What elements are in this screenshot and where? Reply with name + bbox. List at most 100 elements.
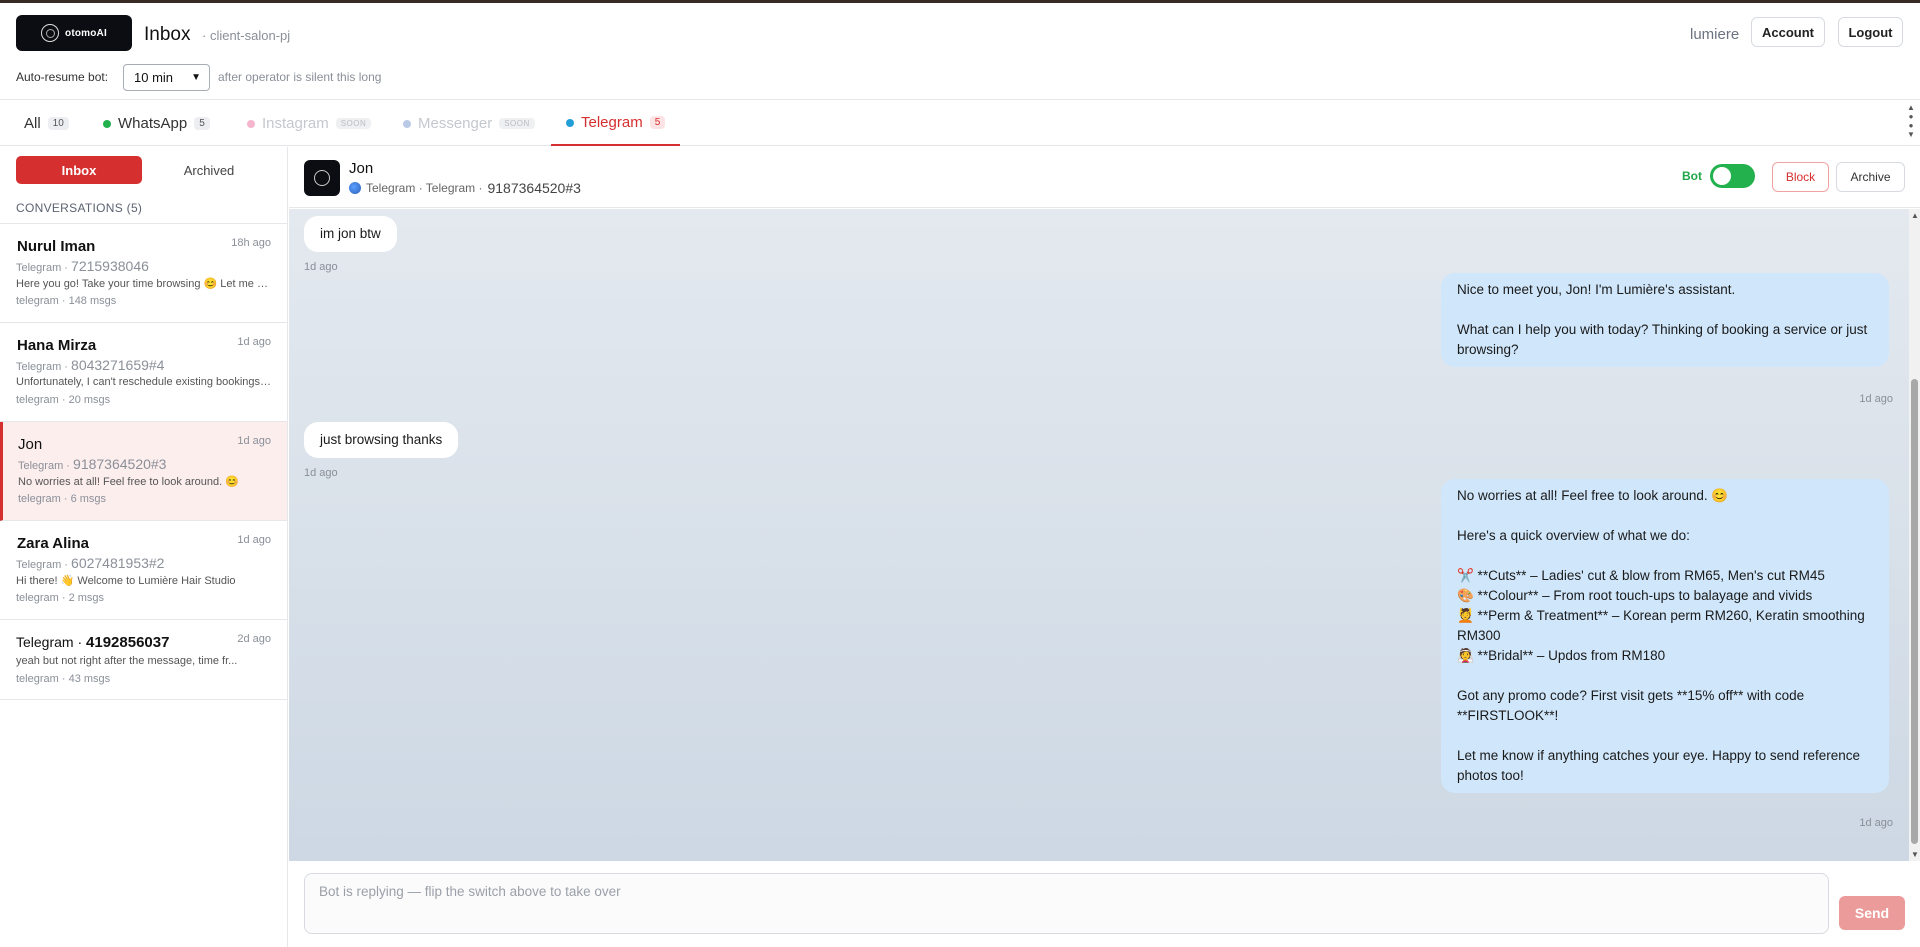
tab-label: Telegram <box>581 114 643 131</box>
conversation-channel: Telegram · 9187364520#3 <box>18 456 166 472</box>
conversation-time: 2d ago <box>237 633 271 645</box>
toggle-knob <box>1713 167 1731 185</box>
tab-instagram: Instagram SOON <box>247 101 372 146</box>
workspace-subtitle: · client-salon-pj <box>202 28 291 43</box>
page-title: Inbox <box>144 24 191 45</box>
message-time: 1d ago <box>304 261 338 273</box>
chat-contact-number: 9187364520#3 <box>487 180 581 196</box>
message-preview: Here you go! Take your time browsing 😊 L… <box>16 278 272 290</box>
conversation-meta: telegram · 43 msgs <box>16 673 111 685</box>
chat-channel-label: Telegram · Telegram · <box>366 181 483 195</box>
conversation-meta: telegram · 6 msgs <box>18 493 107 505</box>
message-time: 1d ago <box>1859 393 1893 405</box>
account-button[interactable]: Account <box>1751 17 1825 47</box>
tab-whatsapp[interactable]: WhatsApp 5 <box>103 101 210 146</box>
contact-number: 8043271659#4 <box>71 357 165 373</box>
messenger-status-dot-icon <box>403 119 411 128</box>
chat-panel: Jon Telegram · Telegram · 9187364520#3 B… <box>289 147 1920 947</box>
conversation-item[interactable]: Telegram · 4192856037 2d ago yeah but no… <box>0 620 287 700</box>
channel-label: Telegram · <box>16 634 83 650</box>
tabs-scrollbar[interactable]: ▲ ● ● ▼ <box>1906 104 1916 139</box>
tab-count-badge: 10 <box>47 117 69 130</box>
message-composer: Bot is replying — flip the switch above … <box>289 861 1920 947</box>
conversation-channel: Telegram · 7215938046 <box>16 258 149 274</box>
bot-toggle-switch[interactable] <box>1710 164 1755 188</box>
contact-number: 7215938046 <box>71 258 149 274</box>
avatar-logo-icon <box>314 170 330 186</box>
auto-resume-hint: after operator is silent this long <box>218 70 382 84</box>
conversation-time: 18h ago <box>231 237 271 249</box>
auto-resume-value: 10 min <box>134 70 174 85</box>
conversation-time: 1d ago <box>237 336 271 348</box>
tab-count-badge: 5 <box>194 117 210 130</box>
conversation-meta: telegram · 20 msgs <box>16 394 111 406</box>
message-time: 1d ago <box>304 467 338 479</box>
send-button[interactable]: Send <box>1839 896 1905 930</box>
tab-count-badge: 5 <box>649 116 666 129</box>
conversation-item[interactable]: Hana Mirza 1d ago Telegram · 8043271659#… <box>0 323 287 422</box>
tab-soon-badge: SOON <box>335 118 372 129</box>
tab-label: Instagram <box>262 115 329 132</box>
telegram-status-dot-icon <box>566 118 574 127</box>
whatsapp-status-dot-icon <box>103 119 111 128</box>
block-button[interactable]: Block <box>1772 162 1829 192</box>
message-input[interactable]: Bot is replying — flip the switch above … <box>304 873 1829 934</box>
chevron-down-icon: ▼ <box>191 72 201 83</box>
bot-toggle-label: Bot <box>1682 169 1702 183</box>
message-preview: Hi there! 👋 Welcome to Lumière Hair Stud… <box>16 575 236 587</box>
conversation-time: 1d ago <box>237 534 271 546</box>
scroll-thumb-icon: ● <box>1908 112 1914 121</box>
chat-contact-name: Jon <box>349 160 374 177</box>
contact-name: Nurul Iman <box>17 238 96 255</box>
tab-telegram[interactable]: Telegram 5 <box>551 101 681 146</box>
scroll-down-icon: ▼ <box>1911 850 1919 859</box>
conversation-meta: telegram · 148 msgs <box>16 295 117 307</box>
logout-button[interactable]: Logout <box>1838 17 1903 47</box>
contact-name: Telegram · 4192856037 <box>16 634 169 651</box>
message-preview: No worries at all! Feel free to look aro… <box>18 476 239 488</box>
inbox-filter-button[interactable]: Inbox <box>16 156 142 184</box>
instagram-status-dot-icon <box>247 119 255 128</box>
contact-number: 6027481953#2 <box>71 555 165 571</box>
tab-messenger: Messenger SOON <box>403 101 535 146</box>
contact-number: 4192856037 <box>86 634 170 651</box>
logo-text: otomoAI <box>65 27 107 39</box>
conversation-item-selected[interactable]: Jon 1d ago Telegram · 9187364520#3 No wo… <box>0 422 287 521</box>
incoming-message: just browsing thanks <box>304 422 459 458</box>
archive-button[interactable]: Archive <box>1836 162 1905 192</box>
channel-label: Telegram · <box>18 460 70 472</box>
tab-label: WhatsApp <box>118 115 188 132</box>
avatar <box>304 160 340 196</box>
contact-name: Hana Mirza <box>17 337 97 354</box>
channel-label: Telegram · <box>16 262 68 274</box>
app-header: otomoAI Inbox · client-salon-pj lumiere … <box>0 3 1920 100</box>
contact-name: Jon <box>18 436 43 453</box>
message-preview: Unfortunately, I can't reschedule existi… <box>16 376 272 388</box>
conversation-channel: Telegram · 8043271659#4 <box>16 357 164 373</box>
scroll-thumb-icon: ● <box>1908 121 1914 130</box>
conversation-item[interactable]: Zara Alina 1d ago Telegram · 6027481953#… <box>0 521 287 620</box>
thread-scrollbar[interactable]: ▲ ▼ <box>1909 209 1920 861</box>
conversation-time: 1d ago <box>237 435 271 447</box>
outgoing-message: Nice to meet you, Jon! I'm Lumière's ass… <box>1441 273 1889 367</box>
tab-soon-badge: SOON <box>499 118 535 129</box>
contact-number: 9187364520#3 <box>73 456 167 472</box>
outgoing-message: No worries at all! Feel free to look aro… <box>1441 479 1889 793</box>
telegram-globe-icon <box>349 182 361 194</box>
app-logo[interactable]: otomoAI <box>16 15 132 51</box>
contact-name: Zara Alina <box>17 535 89 552</box>
conversation-channel: Telegram · 6027481953#2 <box>16 555 164 571</box>
scroll-thumb[interactable] <box>1911 379 1918 844</box>
incoming-message: im jon btw <box>304 216 397 252</box>
channel-tabs: All 10 WhatsApp 5 Instagram SOON Messeng… <box>0 101 1920 146</box>
auto-resume-label: Auto-resume bot: <box>16 70 109 84</box>
archived-filter-button[interactable]: Archived <box>146 156 272 184</box>
auto-resume-select[interactable]: 10 min ▼ <box>123 64 210 91</box>
conversation-list: Nurul Iman 18h ago Telegram · 7215938046… <box>0 223 287 700</box>
channel-label: Telegram · <box>16 361 68 373</box>
conversation-item[interactable]: Nurul Iman 18h ago Telegram · 7215938046… <box>0 224 287 323</box>
chat-header: Jon Telegram · Telegram · 9187364520#3 B… <box>289 147 1920 208</box>
chat-contact-sub: Telegram · Telegram · 9187364520#3 <box>349 180 581 196</box>
tab-all[interactable]: All 10 <box>24 101 69 146</box>
inbox-archive-toggle: Inbox Archived <box>16 156 272 184</box>
